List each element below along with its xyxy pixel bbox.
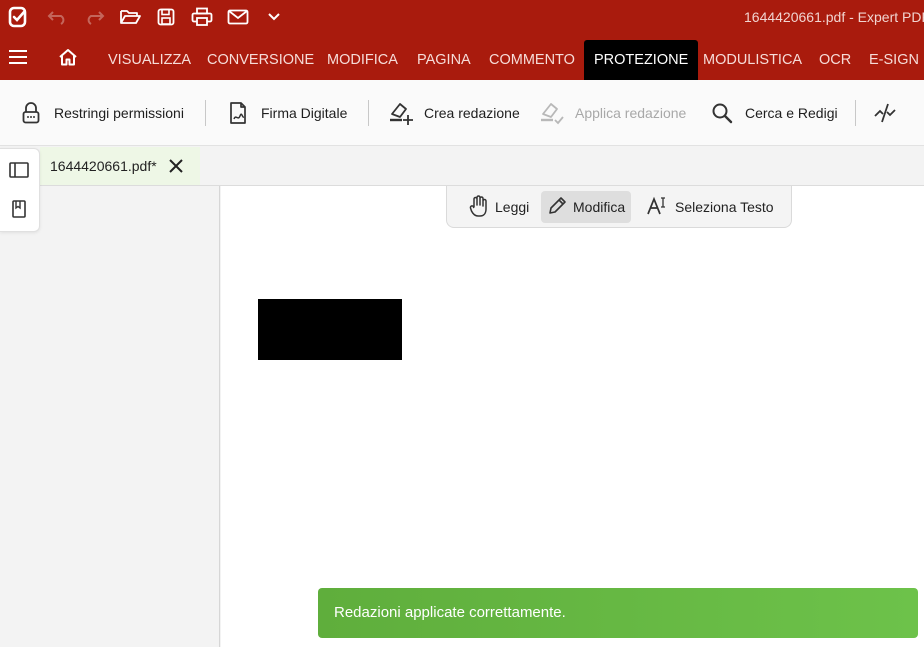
mail-icon[interactable] [224, 3, 252, 31]
signature-document-icon [225, 100, 251, 126]
side-strip [0, 148, 40, 232]
redaction-block[interactable] [258, 299, 402, 360]
apply-redaction-label: Applica redazione [575, 105, 687, 121]
search-icon [709, 100, 735, 126]
menu-e-sign[interactable]: E-SIGN [859, 34, 924, 80]
redaction-eraser-plus-icon [388, 100, 414, 126]
menu-modifica[interactable]: MODIFICA [317, 34, 408, 80]
create-redaction-button[interactable]: Crea redazione [388, 98, 520, 128]
restrict-permissions-label: Restringi permissioni [54, 105, 184, 121]
lock-icon [18, 100, 44, 126]
search-and-redact-button[interactable]: Cerca e Redigi [709, 98, 838, 128]
digital-signature-button[interactable]: Firma Digitale [225, 98, 347, 128]
ribbon-divider [368, 100, 369, 126]
home-icon[interactable] [50, 34, 86, 80]
pencil-icon [547, 196, 567, 219]
bookmark-icon[interactable] [8, 198, 30, 220]
window-title: 1644420661.pdf - Expert PDF [744, 9, 924, 25]
print-icon[interactable] [188, 3, 216, 31]
select-text-button[interactable]: Seleziona Testo [641, 191, 780, 223]
ribbon-divider [205, 100, 206, 126]
redaction-apply-icon [539, 100, 565, 126]
open-folder-icon[interactable] [116, 3, 144, 31]
select-text-label: Seleziona Testo [675, 199, 774, 215]
unlink-button[interactable] [872, 98, 898, 128]
document-tab-label: 1644420661.pdf* [50, 158, 157, 174]
panel-toggle-icon[interactable] [8, 159, 30, 181]
chevron-down-icon[interactable] [260, 3, 288, 31]
save-icon[interactable] [152, 3, 180, 31]
close-icon[interactable] [166, 156, 186, 176]
redo-icon[interactable] [80, 3, 108, 31]
hand-icon [469, 194, 489, 220]
protection-ribbon: Restringi permissioni Firma Digitale Cre… [0, 80, 924, 146]
read-mode-label: Leggi [495, 199, 530, 215]
text-cursor-icon [647, 196, 669, 219]
menu-conversione[interactable]: CONVERSIONE [197, 34, 324, 80]
broken-link-icon [872, 100, 898, 126]
edit-mode-button[interactable]: Modifica [541, 191, 632, 223]
apply-redaction-button[interactable]: Applica redazione [539, 98, 686, 128]
navigation-panel [0, 186, 220, 647]
menu-pagina[interactable]: PAGINA [407, 34, 481, 80]
document-tab[interactable]: 1644420661.pdf* [40, 147, 200, 185]
ribbon-divider [855, 100, 856, 126]
restrict-permissions-button[interactable]: Restringi permissioni [18, 98, 184, 128]
digital-signature-label: Firma Digitale [261, 105, 348, 121]
edit-mode-label: Modifica [573, 199, 626, 215]
search-and-redact-label: Cerca e Redigi [745, 105, 838, 121]
app-logo-icon[interactable] [4, 3, 32, 31]
success-toast: Redazioni applicate correttamente. [318, 588, 918, 638]
menu-modulistica[interactable]: MODULISTICA [693, 34, 812, 80]
read-mode-button[interactable]: Leggi [463, 191, 535, 223]
menu-visualizza[interactable]: VISUALIZZA [98, 34, 201, 80]
menu-bar: VISUALIZZA CONVERSIONE MODIFICA PAGINA C… [0, 34, 924, 80]
menu-ocr[interactable]: OCR [809, 34, 861, 80]
document-page[interactable] [221, 186, 924, 647]
mode-toolbar: Leggi Modifica Seleziona Testo [446, 186, 792, 228]
title-bar: 1644420661.pdf - Expert PDF [0, 0, 924, 34]
create-redaction-label: Crea redazione [424, 105, 520, 121]
undo-icon[interactable] [44, 3, 72, 31]
menu-protezione[interactable]: PROTEZIONE [584, 40, 699, 80]
menu-commento[interactable]: COMMENTO [479, 34, 585, 80]
hamburger-menu-icon[interactable] [0, 34, 36, 80]
